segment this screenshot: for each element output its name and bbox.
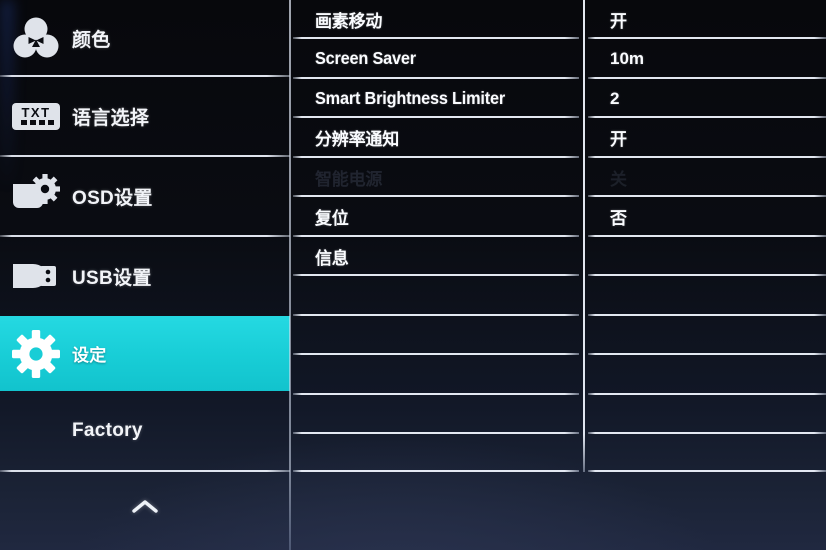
sidebar-item-usb[interactable]: USB设置 bbox=[0, 237, 290, 315]
osd-menu-screen: 颜色 TXT 语言选择 OSD设置 USB设置 设定 Factory 画素移动 … bbox=[0, 0, 826, 550]
sidebar-item-label: 颜色 bbox=[72, 29, 111, 51]
osd-gear-icon bbox=[0, 174, 72, 218]
menu-value-row[interactable] bbox=[586, 355, 826, 394]
menu-row-value: 开 bbox=[610, 12, 627, 31]
menu-row[interactable] bbox=[290, 434, 585, 473]
menu-value-row-disabled: 关 bbox=[586, 158, 826, 197]
sidebar-item-setting[interactable]: 设定 bbox=[0, 316, 290, 391]
menu-row-label: 智能电源 bbox=[315, 170, 383, 189]
menu-row-value: 开 bbox=[610, 130, 627, 149]
menu-row[interactable] bbox=[290, 355, 585, 394]
menu-row-disabled: 智能电源 bbox=[290, 158, 585, 197]
menu-value-row[interactable] bbox=[586, 395, 826, 434]
menu-row-label: Smart Brightness Limiter bbox=[315, 88, 505, 108]
menu-row[interactable] bbox=[290, 395, 585, 434]
gear-icon bbox=[0, 328, 72, 380]
menu-row[interactable]: Smart Brightness Limiter bbox=[290, 79, 585, 118]
sidebar-item-label: Factory bbox=[72, 420, 143, 441]
sidebar-item-color[interactable]: 颜色 bbox=[0, 0, 290, 76]
menu-value-row[interactable]: 2 bbox=[586, 79, 826, 118]
settings-value-column: 开 10m 2 开 关 否 bbox=[586, 0, 826, 550]
menu-value-row[interactable]: 否 bbox=[586, 197, 826, 236]
menu-row-value: 关 bbox=[610, 170, 627, 189]
menu-value-row[interactable] bbox=[586, 237, 826, 276]
menu-row-label: 信息 bbox=[315, 249, 349, 268]
sidebar-separator bbox=[0, 470, 290, 472]
menu-row-label: 复位 bbox=[315, 209, 349, 228]
menu-value-row[interactable] bbox=[586, 276, 826, 315]
sidebar: 颜色 TXT 语言选择 OSD设置 USB设置 设定 Factory bbox=[0, 0, 290, 550]
sidebar-item-label: USB设置 bbox=[72, 267, 152, 289]
row-separator bbox=[588, 470, 826, 472]
menu-row[interactable] bbox=[290, 316, 585, 355]
sidebar-item-label: 语言选择 bbox=[72, 107, 150, 129]
menu-row-label: 分辨率通知 bbox=[315, 130, 399, 149]
sidebar-item-factory[interactable]: Factory bbox=[0, 392, 290, 470]
menu-row-value: 否 bbox=[610, 209, 627, 228]
chevron-up-icon bbox=[132, 499, 158, 513]
menu-value-row[interactable] bbox=[586, 316, 826, 355]
menu-row-label: 画素移动 bbox=[315, 12, 383, 31]
menu-row[interactable]: 复位 bbox=[290, 197, 585, 236]
sidebar-item-osd[interactable]: OSD设置 bbox=[0, 157, 290, 235]
txt-language-icon: TXT bbox=[0, 96, 72, 136]
usb-drive-icon bbox=[0, 256, 72, 296]
menu-value-row[interactable]: 10m bbox=[586, 39, 826, 78]
svg-text:TXT: TXT bbox=[21, 105, 50, 120]
menu-value-row[interactable]: 开 bbox=[586, 118, 826, 157]
sidebar-item-language[interactable]: TXT 语言选择 bbox=[0, 77, 290, 155]
menu-row[interactable]: 分辨率通知 bbox=[290, 118, 585, 157]
settings-label-column: 画素移动 Screen Saver Smart Brightness Limit… bbox=[290, 0, 585, 550]
menu-row[interactable]: 画素移动 bbox=[290, 0, 585, 39]
menu-row[interactable]: Screen Saver bbox=[290, 39, 585, 78]
row-separator bbox=[293, 470, 579, 472]
menu-value-row[interactable] bbox=[586, 434, 826, 473]
menu-row-label: Screen Saver bbox=[315, 48, 416, 68]
menu-row-value: 10m bbox=[610, 48, 645, 68]
sidebar-item-label: OSD设置 bbox=[72, 187, 153, 209]
color-wheel-icon bbox=[0, 14, 72, 62]
menu-row[interactable] bbox=[290, 276, 585, 315]
sidebar-scroll-up-button[interactable] bbox=[0, 486, 290, 526]
menu-row[interactable]: 信息 bbox=[290, 237, 585, 276]
menu-row-value: 2 bbox=[610, 88, 620, 108]
menu-value-row[interactable]: 开 bbox=[586, 0, 826, 39]
sidebar-item-label: 设定 bbox=[72, 346, 107, 365]
